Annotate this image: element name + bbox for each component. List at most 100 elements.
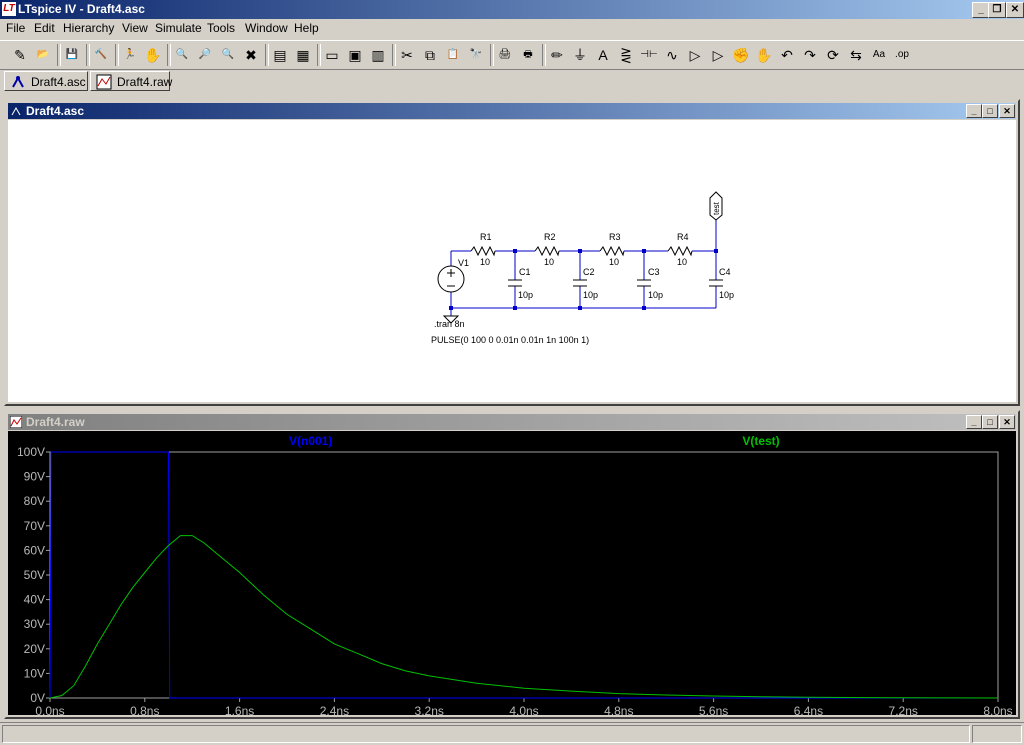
c3-value[interactable]: 10p (648, 290, 663, 300)
drag-icon[interactable]: ✋ (754, 45, 774, 65)
schematic-window: Draft4.asc _ □ ✕ R1 10 R2 10 R3 10 R4 10… (4, 99, 1020, 406)
autorange-icon[interactable]: ▤ (270, 45, 290, 65)
tile-vertical-icon[interactable]: ▭ (322, 45, 342, 65)
c2-label[interactable]: C2 (583, 267, 595, 277)
menu-file[interactable]: File (6, 21, 25, 35)
find-icon[interactable]: 🔭 (466, 45, 486, 65)
wire-icon[interactable]: ✏ (547, 45, 567, 65)
copy-icon[interactable]: ⧉ (420, 45, 440, 65)
capacitor-icon[interactable]: ⊣⊢ (639, 45, 659, 65)
tab-draft4-raw[interactable]: Draft4.raw (90, 71, 172, 91)
new-schematic-icon[interactable]: ✎ (10, 45, 30, 65)
waveform-minimize-button[interactable]: _ (966, 415, 982, 429)
close-button[interactable]: ✕ (1006, 2, 1024, 18)
zoom-cancel-icon[interactable]: ✖ (241, 45, 261, 65)
tran-directive[interactable]: .tran 8n (434, 319, 465, 329)
schematic-minimize-button[interactable]: _ (966, 104, 982, 118)
r3-label[interactable]: R3 (609, 232, 621, 242)
title-bar: LT LTspice IV - Draft4.asc _ ❐ ✕ (0, 0, 1024, 19)
zoom-in-icon[interactable]: 🔍 (172, 45, 192, 65)
halt-icon[interactable]: ✋ (143, 45, 163, 65)
text-icon[interactable]: Aa (869, 45, 889, 65)
r2-value[interactable]: 10 (544, 257, 554, 267)
net-label-test[interactable]: test (712, 201, 721, 215)
tile-horizontal-icon[interactable]: ▥ (368, 45, 388, 65)
y-tick-label: 0V (30, 691, 45, 705)
y-tick-label: 80V (24, 494, 45, 508)
trace-v-test[interactable] (49, 535, 999, 699)
x-tick-label: 2.4ns (320, 704, 349, 715)
menu-edit[interactable]: Edit (34, 21, 55, 35)
undo-icon[interactable]: ↶ (777, 45, 797, 65)
waveform-plot-area[interactable]: 0V 10V 20V 30V 40V 50V 60V 70V 80V 90V 100V 0.0ns 0.… (8, 431, 1016, 715)
waveform-tab-icon (96, 74, 112, 90)
toolbar-separator (86, 44, 90, 66)
x-tick-label: 7.2ns (889, 704, 918, 715)
waveform-window-icon (10, 416, 22, 428)
toolbar-separator (265, 44, 269, 66)
open-icon[interactable]: 📂 (33, 45, 53, 65)
legend-v-test[interactable]: V(test) (742, 434, 779, 448)
mirror-icon[interactable]: ⇆ (846, 45, 866, 65)
menu-hierarchy[interactable]: Hierarchy (63, 21, 114, 35)
cascade-icon[interactable]: ▣ (345, 45, 365, 65)
x-tick-label: 3.2ns (415, 704, 444, 715)
ltspice-icon[interactable]: LT (2, 2, 16, 16)
c1-label[interactable]: C1 (519, 267, 531, 277)
pulse-source-value[interactable]: PULSE(0 100 0 0.01n 0.01n 1n 100n 1) (431, 335, 589, 345)
redo-icon[interactable]: ↷ (800, 45, 820, 65)
r3-value[interactable]: 10 (609, 257, 619, 267)
move-icon[interactable]: ✊ (731, 45, 751, 65)
print-setup-icon[interactable]: 🖨 (495, 45, 515, 65)
zoom-pan-icon[interactable]: 🔎 (195, 45, 215, 65)
tab-draft4-asc[interactable]: Draft4.asc (4, 71, 88, 91)
c3-label[interactable]: C3 (648, 267, 660, 277)
waveform-maximize-button[interactable]: □ (982, 415, 998, 429)
schematic-window-title: Draft4.asc (26, 104, 85, 118)
waveform-close-button[interactable]: ✕ (999, 415, 1015, 429)
ground-icon[interactable]: ⏚ (570, 45, 590, 65)
y-tick-label: 90V (24, 470, 45, 484)
plot-frame (49, 451, 999, 699)
spice-directive-icon[interactable]: .op (892, 45, 912, 65)
r1-value[interactable]: 10 (480, 257, 490, 267)
c2-value[interactable]: 10p (583, 290, 598, 300)
zoom-out-icon[interactable]: 🔍 (218, 45, 238, 65)
cut-icon[interactable]: ✂ (397, 45, 417, 65)
r1-label[interactable]: R1 (480, 232, 492, 242)
label-icon[interactable]: A (593, 45, 613, 65)
c1-value[interactable]: 10p (518, 290, 533, 300)
y-tick-label: 30V (24, 617, 45, 631)
menu-view[interactable]: View (122, 21, 148, 35)
menu-window[interactable]: Window (245, 21, 288, 35)
resistor-icon[interactable]: ⋛ (616, 45, 636, 65)
x-tick-label: 4.8ns (604, 704, 633, 715)
run-icon[interactable]: 🏃 (120, 45, 140, 65)
legend-v-n001[interactable]: V(n001) (289, 434, 332, 448)
save-icon[interactable]: 💾 (62, 45, 82, 65)
trace-v-n001[interactable] (49, 451, 998, 699)
menu-tools[interactable]: Tools (207, 21, 235, 35)
diode-icon[interactable]: ▷ (685, 45, 705, 65)
v1-label[interactable]: V1 (458, 258, 469, 268)
schematic-maximize-button[interactable]: □ (982, 104, 998, 118)
c4-label[interactable]: C4 (719, 267, 731, 277)
add-trace-icon[interactable]: ▦ (293, 45, 313, 65)
schematic-close-button[interactable]: ✕ (999, 104, 1015, 118)
inductor-icon[interactable]: ∿ (662, 45, 682, 65)
print-icon[interactable]: 🖶 (518, 45, 538, 65)
restore-button[interactable]: ❐ (988, 2, 1006, 18)
menu-simulate[interactable]: Simulate (155, 21, 202, 35)
c4-value[interactable]: 10p (719, 290, 734, 300)
r4-value[interactable]: 10 (677, 257, 687, 267)
menu-help[interactable]: Help (294, 21, 319, 35)
status-pane-right (972, 725, 1022, 743)
rotate-icon[interactable]: ⟳ (823, 45, 843, 65)
paste-icon[interactable]: 📋 (443, 45, 463, 65)
schematic-window-icon (10, 105, 22, 117)
r4-label[interactable]: R4 (677, 232, 689, 242)
r2-label[interactable]: R2 (544, 232, 556, 242)
control-panel-icon[interactable]: 🔨 (91, 45, 111, 65)
component-icon[interactable]: ▷ (708, 45, 728, 65)
schematic-canvas[interactable]: R1 10 R2 10 R3 10 R4 10 V1 C1 10p C2 10p… (8, 120, 1016, 402)
